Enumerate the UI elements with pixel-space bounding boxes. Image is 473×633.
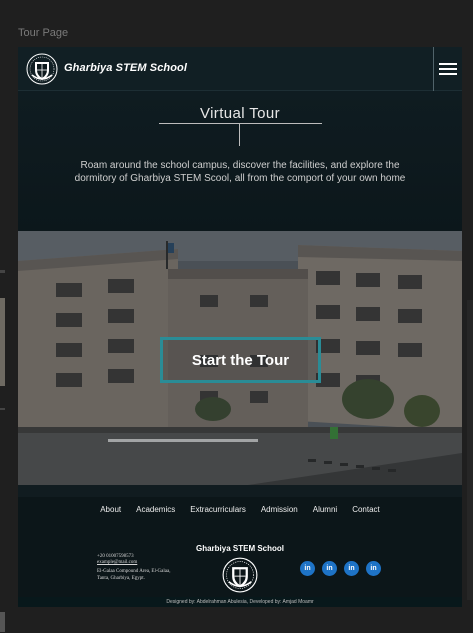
left-edge-strip bbox=[0, 612, 5, 632]
footer-credits: Designed by: Abdelrahman Abulesia, Devel… bbox=[18, 597, 462, 607]
footer-top-bar bbox=[18, 485, 462, 497]
contact-address-line2: Tanta, Gharbiya, Egypt. bbox=[97, 575, 145, 581]
title-underline bbox=[159, 123, 322, 124]
linkedin-icon[interactable]: in bbox=[300, 561, 315, 576]
footer-nav: About Academics Extracurriculars Admissi… bbox=[18, 505, 462, 519]
contact-info: +20 01007598573 example@mail.com El-Gala… bbox=[97, 554, 170, 582]
hamburger-menu-icon[interactable] bbox=[439, 63, 457, 75]
footer-link-academics[interactable]: Academics bbox=[136, 505, 175, 519]
school-name[interactable]: Gharbiya STEM School bbox=[64, 62, 187, 74]
footer-school-name: Gharbiya STEM School bbox=[195, 544, 284, 553]
page-frame: Gharbiya STEM School Virtual Tour Roam a… bbox=[18, 47, 462, 607]
linkedin-icon[interactable]: in bbox=[366, 561, 381, 576]
canvas-page-label: Tour Page bbox=[18, 27, 69, 39]
footer-link-about[interactable]: About bbox=[100, 505, 121, 519]
intro-section: Virtual Tour Roam around the school camp… bbox=[18, 91, 462, 231]
site-header: Gharbiya STEM School bbox=[18, 47, 462, 91]
right-edge-strip bbox=[467, 300, 473, 600]
left-edge-divider bbox=[0, 270, 5, 273]
footer-link-contact[interactable]: Contact bbox=[352, 505, 380, 519]
linkedin-icon[interactable]: in bbox=[322, 561, 337, 576]
footer-link-admission[interactable]: Admission bbox=[261, 505, 298, 519]
intro-description: Roam around the school campus, discover … bbox=[74, 160, 406, 184]
page-title: Virtual Tour bbox=[199, 105, 281, 122]
title-underline-stem bbox=[239, 123, 240, 146]
footer-link-alumni[interactable]: Alumni bbox=[313, 505, 337, 519]
hero-section: Start the Tour bbox=[18, 231, 462, 485]
contact-address-line1: El-Galaa Compound Area, El-Galaa, bbox=[97, 569, 171, 575]
school-crest-logo bbox=[222, 557, 258, 593]
start-tour-button[interactable]: Start the Tour bbox=[160, 337, 321, 383]
left-edge-strip bbox=[0, 298, 5, 386]
school-crest-logo[interactable] bbox=[26, 53, 58, 85]
linkedin-icon[interactable]: in bbox=[344, 561, 359, 576]
site-footer: About Academics Extracurriculars Admissi… bbox=[18, 485, 462, 607]
header-divider bbox=[433, 47, 434, 91]
social-links: in in in in bbox=[300, 561, 381, 576]
left-edge-divider bbox=[0, 408, 5, 410]
footer-link-extracurriculars[interactable]: Extracurriculars bbox=[190, 505, 246, 519]
